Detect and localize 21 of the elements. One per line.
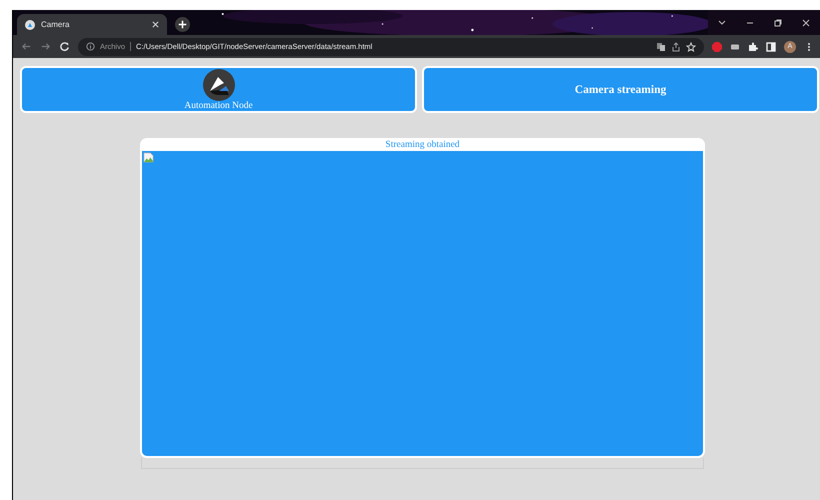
puzzle-icon[interactable] [748, 42, 758, 52]
side-panel-icon[interactable] [766, 42, 776, 52]
forward-arrow-icon[interactable] [40, 41, 51, 52]
translate-icon[interactable] [656, 42, 666, 52]
info-icon [86, 42, 95, 51]
reload-icon[interactable] [59, 41, 70, 52]
stop-sign-icon[interactable] [712, 42, 722, 52]
logo-icon [202, 68, 234, 100]
extension-icon[interactable] [730, 42, 740, 52]
camera-favicon-icon [25, 20, 35, 30]
browser-tab[interactable]: Camera [17, 14, 167, 35]
star-icon[interactable] [686, 42, 696, 52]
close-icon[interactable] [152, 21, 159, 28]
share-icon[interactable] [671, 42, 681, 52]
page-title: Camera streaming [574, 84, 666, 96]
brand-name: Automation Node [184, 100, 253, 110]
tab-title: Camera [41, 20, 70, 29]
broken-image-icon [143, 152, 154, 163]
back-arrow-icon[interactable] [21, 41, 32, 52]
new-tab-icon[interactable] [175, 17, 190, 32]
stream-caption: Streaming obtained [385, 140, 460, 151]
